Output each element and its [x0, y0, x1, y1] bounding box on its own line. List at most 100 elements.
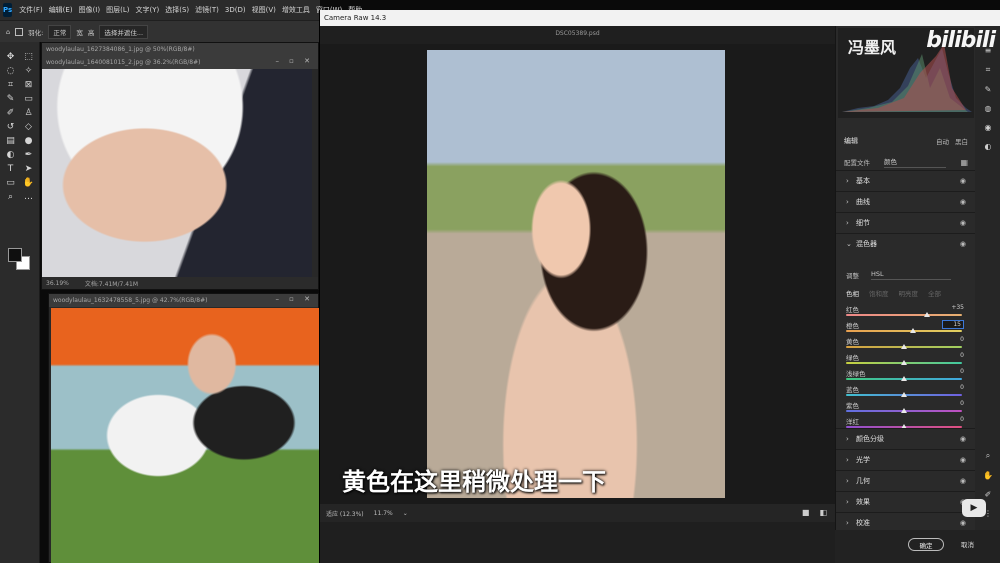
history-brush-icon[interactable]: ↺: [2, 120, 20, 134]
auto-button[interactable]: 自动: [936, 136, 949, 146]
select-and-mask-button[interactable]: 选择并遮住...: [99, 24, 149, 39]
hand-icon[interactable]: ✋: [20, 176, 38, 190]
presets-icon[interactable]: ◐: [985, 142, 992, 151]
slider-thumb[interactable]: [901, 360, 907, 365]
spot-heal-icon[interactable]: ▭: [20, 92, 38, 106]
slider-value-field[interactable]: 0: [942, 368, 964, 375]
menu-filter[interactable]: 滤镜(T): [192, 5, 222, 15]
hand-icon[interactable]: ✋: [983, 471, 993, 480]
slider-thumb[interactable]: [901, 408, 907, 413]
sampler-icon[interactable]: ✐: [985, 490, 992, 499]
slider-track[interactable]: [846, 330, 962, 332]
preview-canvas[interactable]: [320, 44, 835, 504]
move-icon[interactable]: ✥: [2, 50, 20, 64]
slider-thumb[interactable]: [901, 392, 907, 397]
redeye-icon[interactable]: ◉: [985, 123, 992, 132]
eye-icon[interactable]: ◉: [960, 519, 966, 527]
ok-button[interactable]: 确定: [908, 538, 944, 551]
type-icon[interactable]: T: [2, 162, 20, 176]
gradient-icon[interactable]: ▤: [2, 134, 20, 148]
mask-icon[interactable]: ◍: [985, 104, 992, 113]
slider-value-field[interactable]: 15: [942, 320, 964, 329]
menu-edit[interactable]: 编辑(E): [46, 5, 76, 15]
crop-icon[interactable]: ⌗: [2, 78, 20, 92]
lasso-icon[interactable]: ◌: [2, 64, 20, 78]
brush-icon[interactable]: ✐: [2, 106, 20, 120]
pen-icon[interactable]: ✒: [20, 148, 38, 162]
section-color-mixer[interactable]: ⌄ 混色器 ◉: [836, 233, 976, 254]
eye-icon[interactable]: ◉: [960, 435, 966, 443]
window-controls[interactable]: – ▫ ✕: [275, 57, 314, 65]
tab-luminance[interactable]: 明亮度: [899, 288, 919, 298]
adjust-select[interactable]: HSL: [871, 270, 951, 280]
slider-value-field[interactable]: +35: [942, 304, 964, 311]
style-select[interactable]: 正常: [48, 24, 72, 39]
zoom-icon[interactable]: ⌕: [2, 190, 20, 204]
marquee-option-icon[interactable]: [15, 27, 24, 36]
section-detail[interactable]: › 细节 ◉: [836, 212, 976, 233]
zoom-icon[interactable]: ⌕: [986, 451, 990, 461]
eye-icon[interactable]: ◉: [960, 240, 966, 248]
fit-zoom-button[interactable]: 适应 (12.3%): [326, 509, 364, 518]
stamp-icon[interactable]: ♙: [20, 106, 38, 120]
menu-type[interactable]: 文字(Y): [132, 5, 162, 15]
tab-hue[interactable]: 色相: [846, 288, 859, 298]
compare-icon[interactable]: ◧: [819, 508, 827, 517]
menu-select[interactable]: 选择(S): [162, 5, 192, 15]
frame-icon[interactable]: ⊠: [20, 78, 38, 92]
section-basic[interactable]: › 基本 ◉: [836, 170, 976, 191]
blur-icon[interactable]: ●: [20, 134, 38, 148]
chevron-down-icon[interactable]: ⌄: [403, 510, 408, 517]
magic-wand-icon[interactable]: ✧: [20, 64, 38, 78]
tab-all[interactable]: 全部: [928, 288, 941, 298]
section-curve[interactable]: › 曲线 ◉: [836, 191, 976, 212]
section-color-grading[interactable]: › 颜色分级 ◉: [836, 428, 976, 449]
preview-photo[interactable]: [427, 50, 725, 498]
eye-icon[interactable]: ◉: [960, 477, 966, 485]
slider-thumb[interactable]: [901, 376, 907, 381]
foreground-color-swatch[interactable]: [8, 248, 22, 262]
menu-image[interactable]: 图像(I): [76, 5, 104, 15]
menu-3d[interactable]: 3D(D): [222, 6, 249, 14]
menu-layer[interactable]: 图层(L): [103, 5, 132, 15]
shape-icon[interactable]: ▭: [2, 176, 20, 190]
eye-icon[interactable]: ◉: [960, 177, 966, 185]
profile-select[interactable]: 颜色: [884, 156, 946, 168]
path-select-icon[interactable]: ➤: [20, 162, 38, 176]
play-icon[interactable]: ▶: [962, 499, 986, 517]
black-white-button[interactable]: 黑白: [955, 136, 968, 146]
eraser-icon[interactable]: ◇: [20, 120, 38, 134]
slider-thumb[interactable]: [924, 312, 931, 317]
slider-value-field[interactable]: 0: [942, 336, 964, 343]
menu-view[interactable]: 视图(V): [249, 5, 279, 15]
marquee-icon[interactable]: ⬚: [20, 50, 38, 64]
zoom-select[interactable]: 11.7%: [374, 510, 393, 517]
tab-saturation[interactable]: 饱和度: [869, 288, 889, 298]
eye-icon[interactable]: ◉: [960, 198, 966, 206]
section-effects[interactable]: › 效果 ◉: [836, 491, 976, 512]
eyedropper-icon[interactable]: ✎: [2, 92, 20, 106]
eye-icon[interactable]: ◉: [960, 219, 966, 227]
heal-icon[interactable]: ✎: [985, 85, 992, 94]
slider-thumb[interactable]: [909, 328, 916, 333]
menu-file[interactable]: 文件(F): [16, 5, 46, 15]
section-optics[interactable]: › 光学 ◉: [836, 449, 976, 470]
color-swatches[interactable]: [8, 248, 34, 274]
window-controls[interactable]: – ▫ ✕: [275, 295, 314, 303]
slider-value-field[interactable]: 0: [942, 352, 964, 359]
slider-thumb[interactable]: [901, 344, 907, 349]
slider-value-field[interactable]: 0: [942, 400, 964, 407]
cancel-button[interactable]: 取消: [961, 539, 974, 549]
dodge-icon[interactable]: ◐: [2, 148, 20, 162]
document-title[interactable]: woodylaulau_1632478558_5.jpg @ 42.7%(RGB…: [49, 294, 318, 307]
before-after-icon[interactable]: ■: [802, 508, 810, 517]
slider-track[interactable]: [846, 314, 962, 316]
slider-value-field[interactable]: 0: [942, 384, 964, 391]
home-icon[interactable]: ⌂: [6, 28, 10, 36]
slider-value-field[interactable]: 0: [942, 416, 964, 423]
more-icon[interactable]: …: [20, 190, 38, 204]
document-tab-back[interactable]: woodylaulau_1627384086_1.jpg @ 50%(RGB/8…: [42, 43, 318, 56]
eye-icon[interactable]: ◉: [960, 456, 966, 464]
section-geometry[interactable]: › 几何 ◉: [836, 470, 976, 491]
crop-icon[interactable]: ⌗: [986, 65, 991, 75]
